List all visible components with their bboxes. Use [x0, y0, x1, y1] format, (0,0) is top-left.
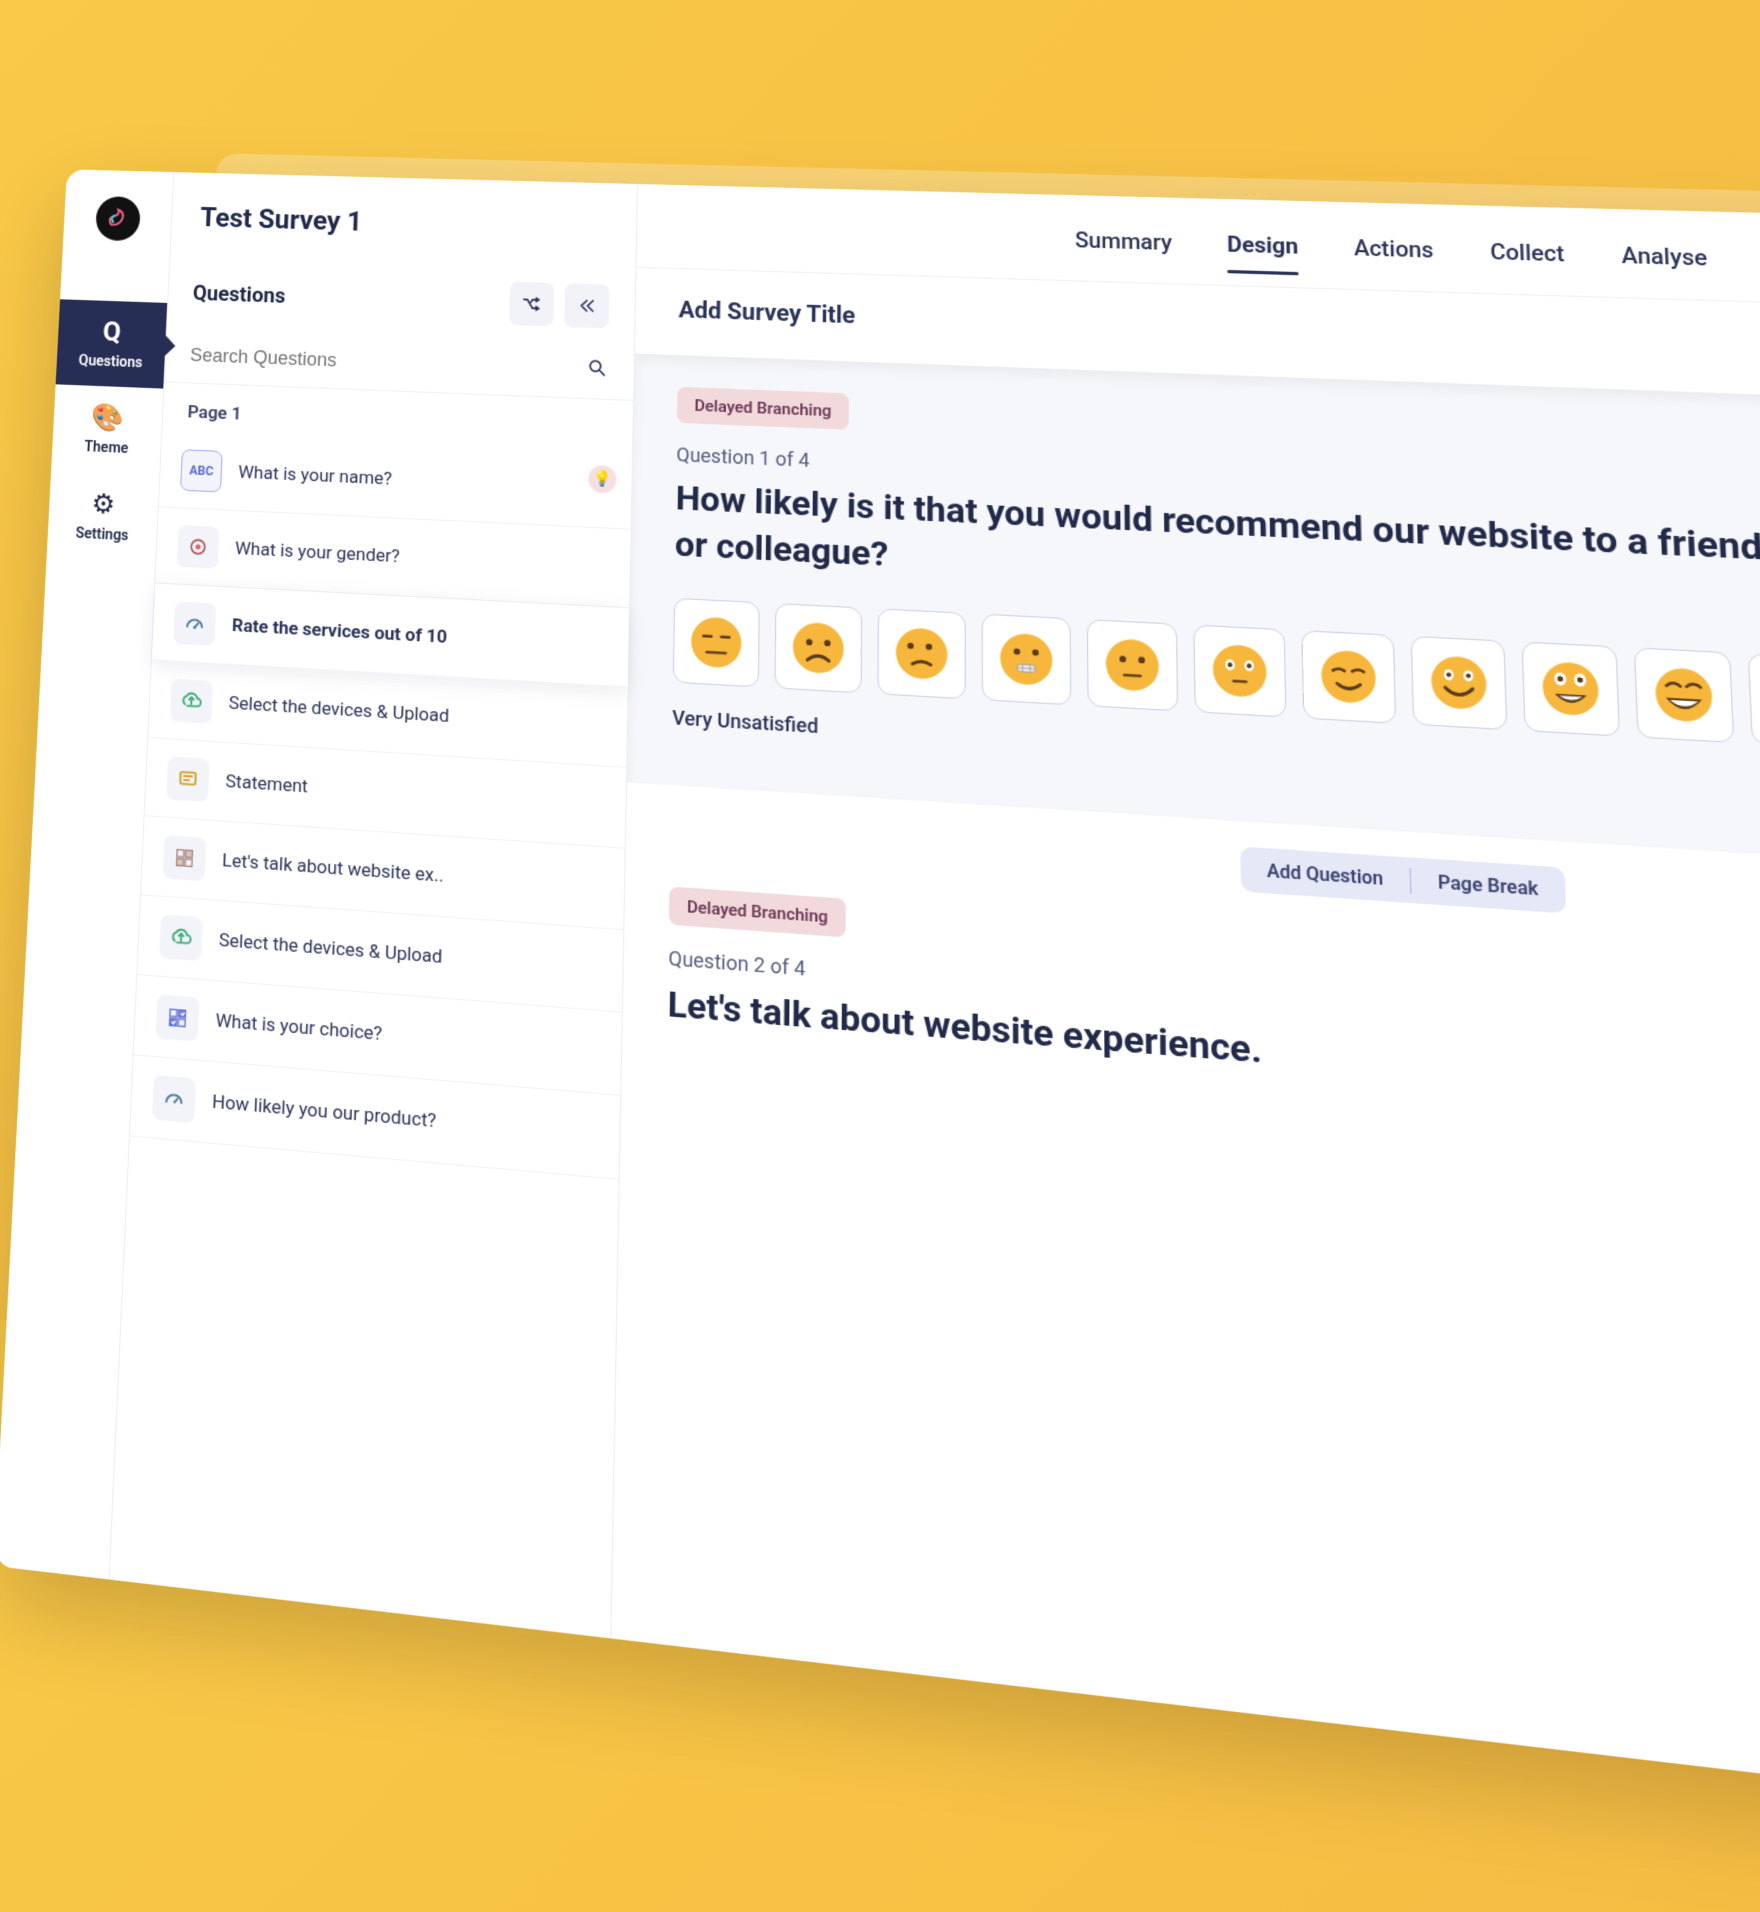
branching-badge: Delayed Branching: [669, 887, 846, 938]
question-canvas: Delayed Branching Question 1 of 4 How li…: [627, 354, 1760, 886]
rating-option[interactable]: [1411, 636, 1508, 730]
shuffle-icon: [521, 293, 543, 314]
rail-item-settings[interactable]: ⚙ Settings: [47, 470, 160, 562]
radio-icon: [177, 525, 220, 569]
search-icon[interactable]: [586, 357, 608, 384]
question-text: What is your gender?: [235, 538, 609, 578]
rating-option[interactable]: [982, 614, 1072, 706]
rating-option[interactable]: [774, 603, 862, 694]
gauge-icon: [173, 601, 216, 646]
rail-item-label: Theme: [84, 439, 129, 457]
question-text: Select the devices & Upload: [218, 930, 600, 981]
rating-option[interactable]: [1193, 625, 1286, 718]
rating-option[interactable]: [673, 598, 760, 688]
tab-collect[interactable]: Collect: [1490, 238, 1566, 282]
suggestion-icon[interactable]: 💡: [588, 465, 617, 494]
question-text: What is your name?: [238, 462, 610, 500]
checkbox-grid-icon: [156, 994, 200, 1042]
tab-analyse[interactable]: Analyse: [1621, 242, 1708, 286]
question-text: How likely you our product?: [212, 1091, 598, 1147]
app-window: Q Questions 🎨 Theme ⚙ Settings Test Surv…: [0, 169, 1760, 1839]
question-text: Statement: [225, 771, 604, 817]
rating-option[interactable]: [1634, 648, 1735, 744]
question-text: Rate the services out of 10: [232, 615, 607, 657]
tab-design[interactable]: Design: [1227, 231, 1299, 274]
survey-title: Test Survey 1: [171, 172, 637, 267]
rating-option[interactable]: [1301, 630, 1396, 724]
matrix-icon: [163, 835, 207, 881]
rail-item-label: Questions: [78, 353, 143, 372]
branching-badge: Delayed Branching: [677, 387, 849, 430]
upload-icon: [159, 914, 203, 961]
app-logo[interactable]: [95, 196, 141, 241]
questions-sidebar: Test Survey 1 Questions Page 1: [110, 172, 638, 1638]
questions-icon: Q: [102, 317, 121, 348]
gear-icon: ⚙: [91, 489, 116, 521]
palette-icon: 🎨: [91, 402, 125, 434]
question-list: ABC What is your name? 💡 What is your ge…: [130, 432, 632, 1180]
add-survey-title[interactable]: Add Survey Title: [678, 297, 855, 329]
chevron-left-double-icon: [576, 295, 598, 317]
tab-summary[interactable]: Summary: [1075, 227, 1173, 270]
rating-option[interactable]: [1087, 619, 1178, 711]
text-field-icon: ABC: [180, 449, 223, 492]
rating-option[interactable]: [877, 609, 965, 700]
statement-icon: [166, 756, 209, 802]
rail-item-questions[interactable]: Q Questions: [56, 299, 168, 388]
upload-icon: [170, 679, 213, 724]
main-panel: Summary Design Actions Collect Analyse A…: [611, 184, 1760, 1840]
question-text: Select the devices & Upload: [228, 693, 605, 737]
sidebar-header: Questions: [192, 280, 285, 308]
question-text: Let's talk about website ex..: [222, 850, 602, 899]
scale-min-label: Very Unsatisfied: [672, 707, 818, 739]
question-text: What is your choice?: [215, 1010, 599, 1063]
search-input[interactable]: [190, 345, 587, 382]
rating-option[interactable]: [1521, 642, 1620, 737]
rail-item-theme[interactable]: 🎨 Theme: [51, 384, 163, 475]
rating-option[interactable]: [1748, 654, 1760, 751]
gauge-icon: [152, 1075, 196, 1123]
shuffle-button[interactable]: [509, 281, 554, 326]
collapse-button[interactable]: [564, 283, 610, 328]
rail-item-label: Settings: [75, 525, 129, 544]
tab-actions[interactable]: Actions: [1354, 235, 1435, 279]
